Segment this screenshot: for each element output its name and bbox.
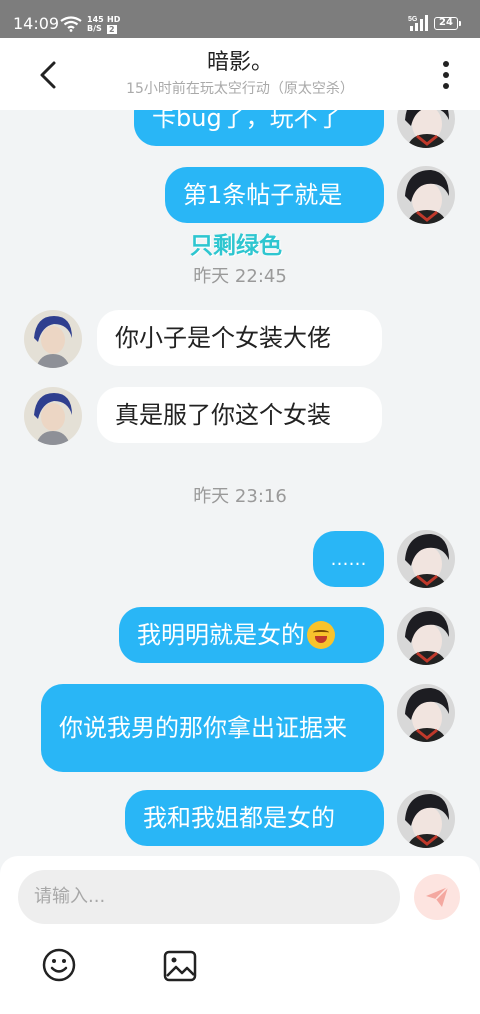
paper-plane-icon (426, 886, 449, 907)
battery-indicator: 24 (434, 17, 461, 30)
message-incoming[interactable]: 真是服了你这个女装 (97, 387, 382, 443)
contact-avatar[interactable] (24, 387, 82, 445)
sticker-text: 只剩绿色 (190, 233, 282, 259)
message-outgoing[interactable]: 你说我男的那你拿出证据来 (41, 684, 384, 772)
wifi-icon (60, 16, 82, 32)
message-outgoing[interactable]: 我明明就是女的 (119, 607, 384, 663)
my-avatar[interactable] (397, 166, 455, 224)
my-avatar[interactable] (397, 684, 455, 742)
hd-indicator: HD 2 (107, 15, 121, 34)
contact-avatar[interactable] (24, 310, 82, 368)
message-incoming[interactable]: 你小子是个女装大佬 (97, 310, 382, 366)
my-avatar[interactable] (397, 607, 455, 665)
message-outgoing[interactable]: …… (313, 531, 384, 587)
network-speed: 145 B/S (87, 15, 104, 33)
chat-header: 暗影。 15小时前在玩太空行动（原太空杀） (0, 38, 480, 110)
message-outgoing[interactable]: 我和我姐都是女的 (125, 790, 384, 846)
my-avatar[interactable] (397, 790, 455, 848)
timestamp: 昨天 22:45 (193, 266, 287, 287)
more-vertical-icon[interactable] (438, 60, 454, 90)
contact-status: 15小时前在玩太空行动（原太空杀） (126, 81, 354, 97)
contact-name: 暗影。 (206, 50, 273, 75)
my-avatar[interactable] (397, 530, 455, 588)
status-bar: 14:09 145 B/S HD 2 5G 24 (0, 0, 480, 38)
timestamp: 昨天 23:16 (193, 486, 287, 507)
message-outgoing[interactable]: 第1条帖子就是 (165, 167, 384, 223)
message-list[interactable]: 卡bug了，玩不了 第1条帖子就是 只剩绿色 昨天 22:45 你小子是个女装大… (0, 110, 480, 856)
svg-text:5G: 5G (408, 16, 418, 23)
signal-icon: 5G (408, 15, 428, 31)
message-input[interactable]: 请输入... (18, 870, 400, 924)
status-time: 14:09 (13, 14, 60, 33)
my-avatar[interactable] (397, 110, 455, 148)
composer: 请输入... (0, 856, 480, 1014)
image-icon[interactable] (163, 950, 197, 982)
message-outgoing[interactable]: 卡bug了，玩不了 (134, 110, 384, 146)
grinning-emoji-icon (307, 621, 335, 649)
send-button[interactable] (414, 874, 460, 920)
smiley-icon[interactable] (42, 948, 76, 982)
